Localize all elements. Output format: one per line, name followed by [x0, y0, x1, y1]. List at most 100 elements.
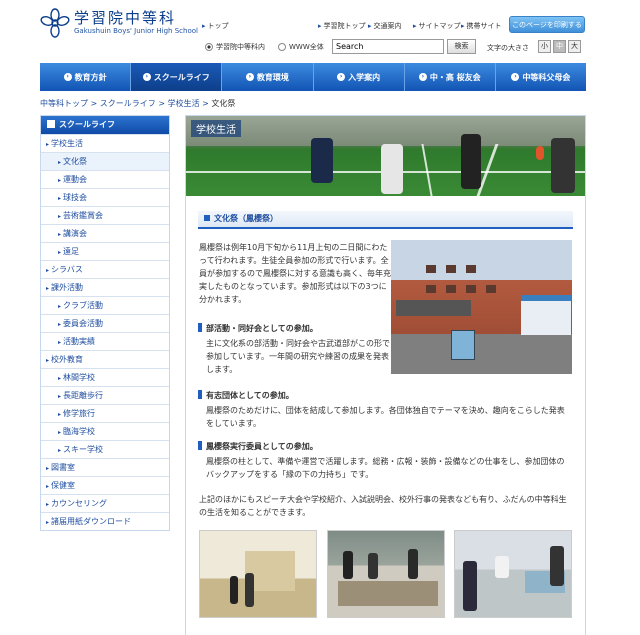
sidebar-item-label: 講演会: [63, 229, 88, 238]
sidebar-item[interactable]: ▸ 委員会活動: [41, 314, 169, 332]
school-logo[interactable]: 学習院中等科 Gakushuin Boys' Junior High Schoo…: [40, 8, 198, 38]
link-mobile[interactable]: ▸ 携帯サイト: [461, 21, 502, 31]
sidebar-item[interactable]: ▸ シラバス: [41, 260, 169, 278]
arrow-icon: ▸: [58, 393, 62, 400]
link-access[interactable]: ▸ 交通案内: [368, 21, 402, 31]
sidebar-item[interactable]: ▸ 芸術鑑賞会: [41, 206, 169, 224]
arrow-icon: ▸: [46, 141, 50, 148]
square-icon: [204, 215, 210, 221]
sidebar-title: スクールライフ: [41, 116, 169, 134]
breadcrumb-home[interactable]: 中等科トップ: [40, 99, 88, 108]
sidebar-item[interactable]: ▸ 諸届用紙ダウンロード: [41, 512, 169, 530]
marker-icon: [198, 390, 202, 399]
sidebar-item-label: 臨海学校: [63, 427, 96, 436]
festival-photo: [391, 240, 572, 374]
sidebar-item-label: 修学旅行: [63, 409, 96, 418]
hero-image: 学校生活: [186, 116, 585, 196]
arrow-icon: ▸: [46, 483, 50, 490]
sidebar-item[interactable]: ▸ 学校生活: [41, 134, 169, 152]
sidebar-item[interactable]: ▸ 校外教育: [41, 350, 169, 368]
header: 学習院中等科 Gakushuin Boys' Junior High Schoo…: [0, 0, 640, 62]
arrow-icon: ›: [245, 73, 254, 81]
sidebar-item[interactable]: ▸ 講演会: [41, 224, 169, 242]
section-title: 文化祭（鳳櫻祭）: [198, 211, 573, 229]
sidebar-item[interactable]: ▸ 林間学校: [41, 368, 169, 386]
sidebar-item[interactable]: ▸ クラブ活動: [41, 296, 169, 314]
font-size-medium[interactable]: 中: [553, 40, 566, 53]
sidebar-item[interactable]: ▸ 図書室: [41, 458, 169, 476]
item-committee-body: 鳳櫻祭の柱として、準備や運営で活躍します。総務・広報・装飾・設備などの仕事をし、…: [206, 457, 565, 479]
nav-parents[interactable]: › 中等科父母会: [496, 63, 586, 91]
sidebar-item-label: クラブ活動: [63, 301, 104, 310]
link-sitemap[interactable]: ▸ サイトマップ: [413, 21, 461, 31]
sidebar-item[interactable]: ▸ 臨海学校: [41, 422, 169, 440]
font-size-small[interactable]: 小: [538, 40, 551, 53]
arrow-icon: ▸: [46, 501, 50, 508]
cherry-blossom-emblem-icon: [40, 8, 70, 38]
sidebar-item-label: 遠足: [63, 247, 80, 256]
link-top[interactable]: ▸ トップ: [202, 21, 229, 31]
arrow-icon: ›: [142, 73, 151, 81]
arrow-icon: ▸: [58, 195, 62, 202]
sidebar-item[interactable]: ▸ 課外活動: [41, 278, 169, 296]
sidebar-item[interactable]: ▸ スキー学校: [41, 440, 169, 458]
sidebar-item[interactable]: ▸ 保健室: [41, 476, 169, 494]
print-button[interactable]: このページを印刷する: [509, 16, 585, 33]
search-scope-www[interactable]: WWW全体: [278, 42, 324, 52]
search-input[interactable]: [332, 39, 444, 54]
arrow-icon: ▸: [58, 321, 62, 328]
sidebar: スクールライフ ▸ 学校生活 ▸ 文化祭 ▸ 運動会 ▸ 球技会 ▸ 芸術鑑賞会 ▸ 講演会 ▸ 遠足 ▸ シ…: [40, 115, 170, 531]
nav-school-life[interactable]: › スクールライフ: [131, 63, 223, 91]
sidebar-item-label: 芸術鑑賞会: [63, 211, 104, 220]
arrow-icon: ▸: [46, 465, 50, 472]
arrow-icon: ▸: [58, 159, 62, 166]
sidebar-item-label: 校外教育: [51, 355, 84, 364]
arrow-icon: ▸: [58, 375, 62, 382]
breadcrumb-school-life[interactable]: スクールライフ: [100, 99, 156, 108]
sidebar-item[interactable]: ▸ 活動実績: [41, 332, 169, 350]
item-committee-head: 鳳櫻祭実行委員としての参加。: [198, 441, 318, 452]
photo-presentation: [454, 530, 572, 618]
breadcrumb-school-days[interactable]: 学校生活: [168, 99, 200, 108]
outro-text: 上記のほかにもスピーチ大会や学校紹介、入試説明会、校外行事の発表なども有り、ふだ…: [199, 495, 567, 517]
sidebar-item-label: 活動実績: [63, 337, 96, 346]
arrow-icon: ▸: [58, 339, 62, 346]
sidebar-item[interactable]: ▸ 遠足: [41, 242, 169, 260]
item-volunteer-body: 鳳櫻祭のためだけに、団体を結成して参加します。各団体独自でテーマを決め、趣向をこ…: [206, 406, 565, 428]
arrow-icon: ▸: [58, 213, 62, 220]
search-scope-internal[interactable]: 学習院中等科内: [205, 42, 265, 52]
marker-icon: [198, 323, 202, 332]
nav-environment[interactable]: › 教育環境: [222, 63, 314, 91]
breadcrumb-current: 文化祭: [211, 99, 236, 108]
font-size-label: 文字の大きさ: [487, 44, 529, 52]
sidebar-item-label: 林間学校: [63, 373, 96, 382]
nav-alumni[interactable]: › 中・高 桜友会: [405, 63, 496, 91]
arrow-icon: ›: [511, 73, 520, 81]
sidebar-item-label: 諸届用紙ダウンロード: [51, 517, 132, 526]
sidebar-item-label: スキー学校: [63, 445, 104, 454]
arrow-icon: ›: [418, 73, 427, 81]
link-gakushuin-top[interactable]: ▸ 学習院トップ: [318, 21, 366, 31]
photo-exhibit: [199, 530, 317, 618]
arrow-icon: ▸: [58, 177, 62, 184]
search-button[interactable]: 検索: [447, 39, 476, 54]
logo-title: 学習院中等科: [74, 9, 177, 27]
sidebar-item-label: 球技会: [63, 193, 88, 202]
sidebar-item-label: 委員会活動: [63, 319, 104, 328]
nav-admission[interactable]: › 入学案内: [314, 63, 405, 91]
nav-education-policy[interactable]: › 教育方針: [40, 63, 132, 91]
arrow-icon: ▸: [58, 303, 62, 310]
sidebar-item-label: 課外活動: [51, 283, 84, 292]
arrow-icon: ▸: [58, 249, 62, 256]
sidebar-item[interactable]: ▸ 修学旅行: [41, 404, 169, 422]
sidebar-item[interactable]: ▸ 球技会: [41, 188, 169, 206]
arrow-icon: ›: [337, 73, 346, 81]
sidebar-item[interactable]: ▸ 長距離歩行: [41, 386, 169, 404]
sidebar-item[interactable]: ▸ 運動会: [41, 170, 169, 188]
item-club-body: 主に文化系の部活動・同好会や古武道部がこの形で参加しています。一年間の研究や練習…: [206, 339, 390, 374]
item-volunteer-head: 有志団体としての参加。: [198, 390, 294, 401]
sidebar-item[interactable]: ▸ 文化祭: [41, 152, 169, 170]
sidebar-item[interactable]: ▸ カウンセリング: [41, 494, 169, 512]
sidebar-item-label: 学校生活: [51, 139, 84, 148]
font-size-large[interactable]: 大: [568, 40, 581, 53]
